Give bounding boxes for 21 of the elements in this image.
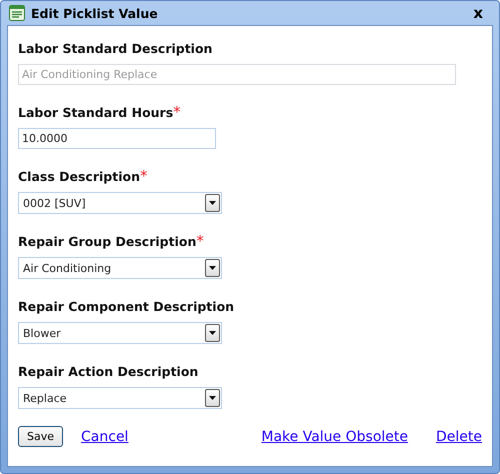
required-mark: * [173, 103, 181, 121]
dropdown[interactable]: Blower [18, 322, 222, 344]
required-mark: * [140, 167, 148, 185]
dropdown[interactable]: Replace [18, 387, 222, 409]
close-button[interactable]: x [471, 4, 485, 22]
save-button[interactable]: Save [18, 426, 64, 447]
text-field[interactable]: 10.0000 [18, 128, 216, 149]
field-label: Repair Action Description [18, 364, 198, 379]
field-label: Class Description [18, 169, 140, 184]
dropdown[interactable]: 0002 [SUV] [18, 192, 222, 214]
delete-link[interactable]: Delete [436, 428, 482, 444]
make-obsolete-link[interactable]: Make Value Obsolete [261, 428, 408, 444]
field-label: Labor Standard Hours [18, 105, 174, 120]
field-label: Labor Standard Description [18, 41, 212, 56]
dropdown[interactable]: Air Conditioning [18, 257, 222, 279]
list-window-icon [9, 5, 25, 21]
required-mark: * [196, 232, 204, 250]
window-title: Edit Picklist Value [31, 6, 159, 20]
cancel-link[interactable]: Cancel [81, 428, 128, 444]
field-label: Repair Component Description [18, 299, 234, 314]
field-label: Repair Group Description [18, 234, 196, 249]
